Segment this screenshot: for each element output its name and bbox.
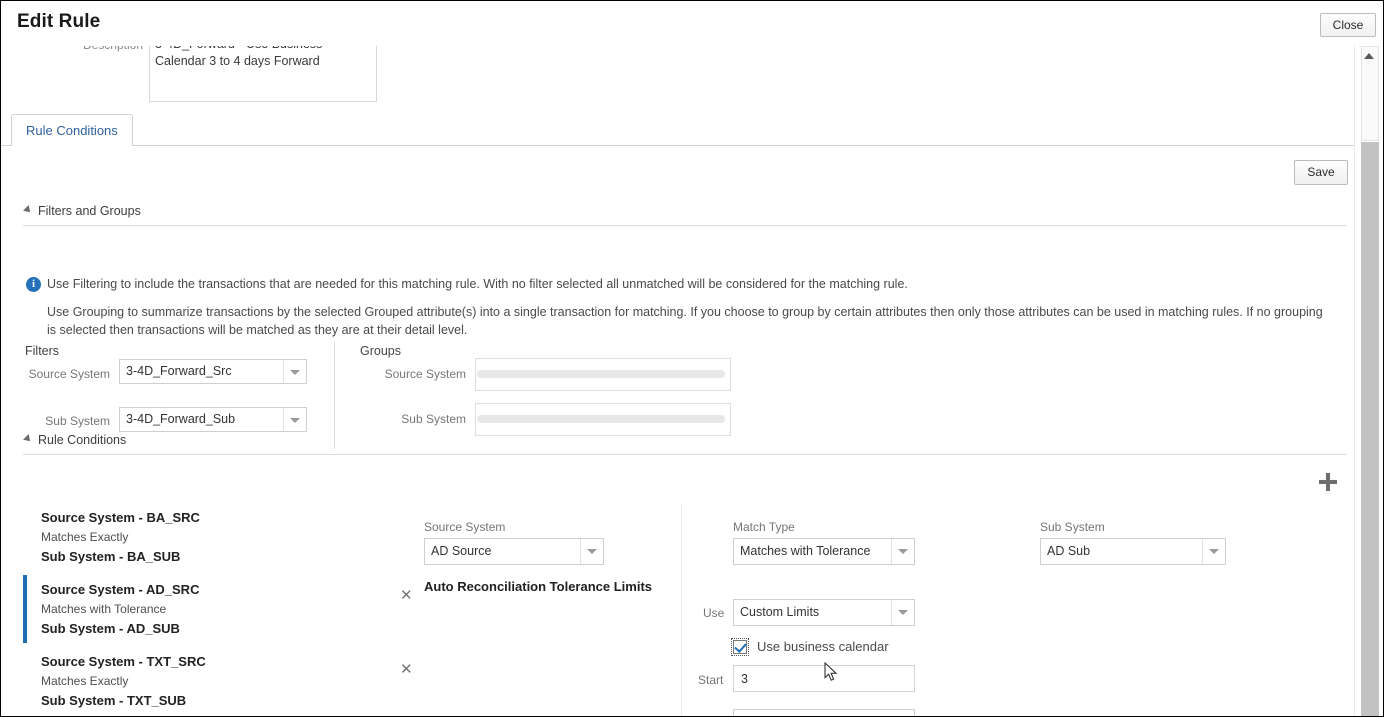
detail-sub-system-select[interactable]: AD Sub xyxy=(1040,538,1226,565)
condition-source-line: Source System - BA_SRC xyxy=(41,510,200,525)
filter-source-system-label: Source System xyxy=(28,367,110,381)
scroll-up-arrow-icon[interactable] xyxy=(1361,48,1378,64)
group-sub-system-listbox[interactable] xyxy=(475,403,731,436)
condition-sub-line: Sub System - BA_SUB xyxy=(41,549,181,564)
collapse-triangle-icon[interactable] xyxy=(23,205,33,215)
detail-match-type-value: Matches with Tolerance xyxy=(740,544,871,558)
condition-match-type: Matches Exactly xyxy=(41,674,129,688)
condition-item-3[interactable]: Source System - TXT_SRC Matches Exactly … xyxy=(23,645,383,716)
chevron-down-icon[interactable] xyxy=(283,360,306,383)
collapse-triangle-icon[interactable] xyxy=(23,434,33,444)
condition-source-line: Source System - AD_SRC xyxy=(41,582,200,597)
detail-match-type-select[interactable]: Matches with Tolerance xyxy=(733,538,915,565)
chevron-down-icon[interactable] xyxy=(283,408,306,431)
info-icon: i xyxy=(26,277,41,292)
filter-source-system-select[interactable]: 3-4D_Forward_Src xyxy=(119,359,307,384)
filters-groups-divider xyxy=(334,342,335,449)
start-input[interactable] xyxy=(733,665,915,692)
detail-source-system-value: AD Source xyxy=(431,544,492,558)
condition-sub-line: Sub System - AD_SUB xyxy=(41,621,180,636)
filter-sub-system-label: Sub System xyxy=(45,414,110,428)
use-label: Use xyxy=(703,606,725,620)
info-text-line-2: Use Grouping to summarize transactions b… xyxy=(47,305,1323,337)
use-business-calendar-label: Use business calendar xyxy=(757,639,889,654)
condition-match-type: Matches with Tolerance xyxy=(41,602,167,616)
filter-sub-system-select[interactable]: 3-4D_Forward_Sub xyxy=(119,407,307,432)
remove-condition-icon-2[interactable]: ✕ xyxy=(400,588,413,603)
condition-item-2[interactable]: Source System - AD_SRC Matches with Tole… xyxy=(23,573,383,645)
group-source-system-label: Source System xyxy=(384,367,466,381)
groups-title: Groups xyxy=(360,344,401,358)
chevron-down-icon[interactable] xyxy=(891,539,914,564)
detail-match-type-label: Match Type xyxy=(733,520,795,534)
use-value: Custom Limits xyxy=(740,605,820,619)
divider xyxy=(23,454,1347,455)
remove-condition-icon-3[interactable]: ✕ xyxy=(400,662,413,677)
detail-sub-system-label: Sub System xyxy=(1040,520,1105,534)
condition-match-type: Matches Exactly xyxy=(41,530,129,544)
horizontal-scrollbar[interactable] xyxy=(477,415,725,423)
description-textarea[interactable] xyxy=(149,46,377,102)
scrollbar-lower-track[interactable] xyxy=(1361,142,1379,716)
filters-groups-header: Filters and Groups xyxy=(23,204,141,218)
chevron-down-icon[interactable] xyxy=(1202,539,1225,564)
close-button[interactable]: Close xyxy=(1320,13,1376,37)
checkbox-checked-icon xyxy=(733,640,747,654)
tab-rule-conditions[interactable]: Rule Conditions xyxy=(11,114,133,146)
detail-source-system-select[interactable]: AD Source xyxy=(424,538,604,565)
group-source-system-listbox[interactable] xyxy=(475,358,731,391)
filter-source-system-value: 3-4D_Forward_Src xyxy=(126,364,232,378)
rule-conditions-header: Rule Conditions xyxy=(23,433,127,447)
rule-conditions-header-label: Rule Conditions xyxy=(38,433,127,447)
add-condition-button[interactable] xyxy=(1318,472,1338,492)
edit-rule-window: Edit Rule Close Description Rule Conditi… xyxy=(0,0,1384,717)
description-row: Description xyxy=(1,46,1341,108)
chevron-down-icon[interactable] xyxy=(891,600,914,625)
description-label: Description xyxy=(77,46,143,52)
condition-item-1[interactable]: Source System - BA_SRC Matches Exactly S… xyxy=(23,501,383,573)
chevron-down-icon[interactable] xyxy=(580,539,603,564)
start-label: Start xyxy=(698,673,724,687)
end-input[interactable] xyxy=(733,709,915,716)
detail-source-system-label: Source System xyxy=(424,520,506,534)
use-select[interactable]: Custom Limits xyxy=(733,599,915,626)
scroll-content: Description Rule Conditions Save Filters… xyxy=(1,46,1356,716)
filters-title: Filters xyxy=(25,344,60,358)
horizontal-scrollbar[interactable] xyxy=(477,370,725,378)
condition-source-line: Source System - TXT_SRC xyxy=(41,654,206,669)
page-title: Edit Rule xyxy=(17,11,101,32)
save-button[interactable]: Save xyxy=(1294,160,1348,185)
window-header: Edit Rule Close xyxy=(1,1,1383,46)
divider xyxy=(23,225,1347,226)
info-text-line-1: Use Filtering to include the transaction… xyxy=(47,277,908,291)
condition-sub-line: Sub System - TXT_SUB xyxy=(41,693,187,708)
group-sub-system-label: Sub System xyxy=(401,412,466,426)
tab-strip: Rule Conditions xyxy=(1,114,1356,146)
filter-sub-system-value: 3-4D_Forward_Sub xyxy=(126,412,236,426)
detail-pane-divider xyxy=(681,504,682,716)
detail-sub-system-value: AD Sub xyxy=(1047,544,1091,558)
vertical-scrollbar[interactable] xyxy=(1354,46,1383,716)
rule-conditions-list: Source System - BA_SRC Matches Exactly S… xyxy=(23,501,383,716)
tolerance-limits-heading: Auto Reconciliation Tolerance Limits xyxy=(424,579,653,594)
filters-groups-header-label: Filters and Groups xyxy=(38,204,141,218)
